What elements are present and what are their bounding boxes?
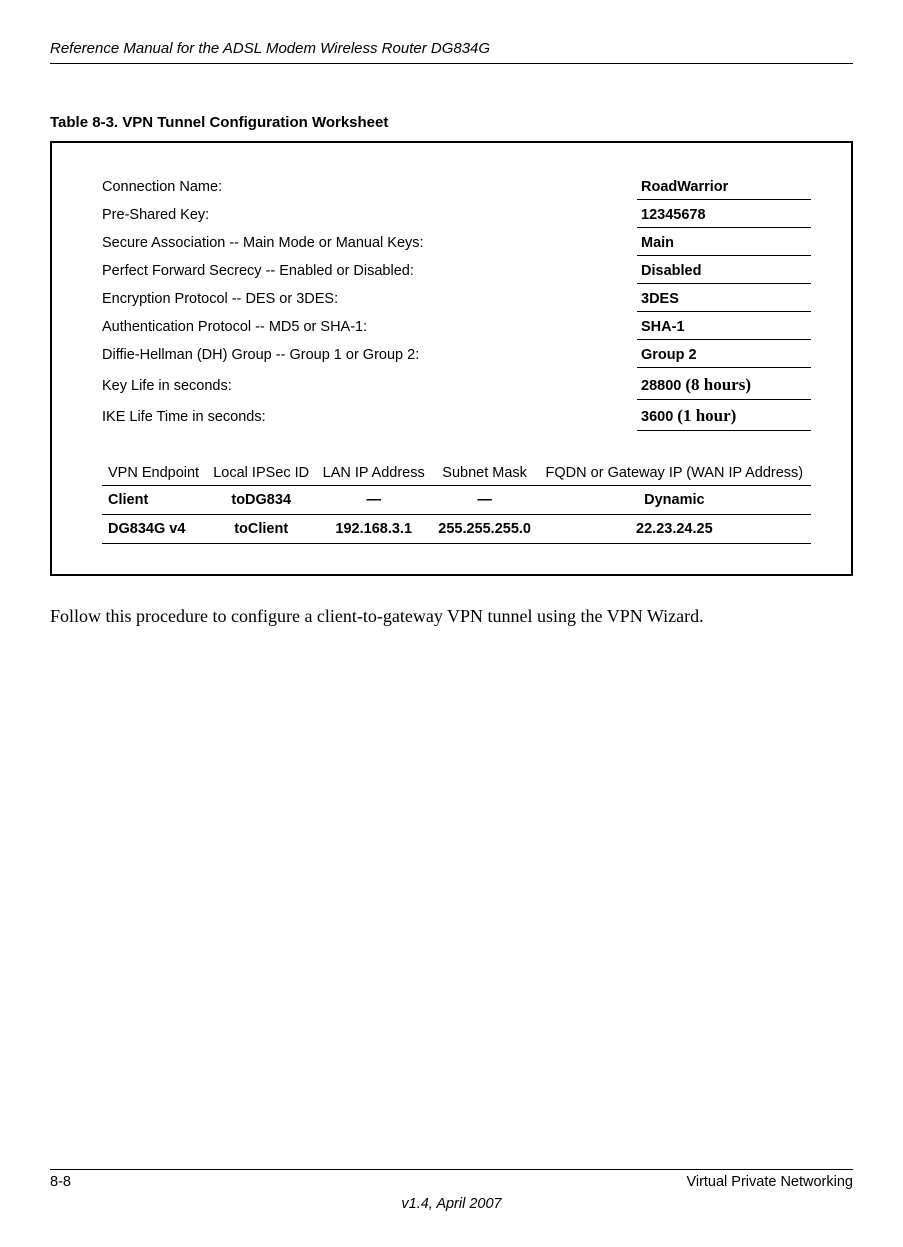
row-dh-group: Diffie-Hellman (DH) Group -- Group 1 or …	[102, 341, 811, 369]
cell-wanip: Dynamic	[538, 486, 811, 515]
cell-ipsec: toDG834	[207, 486, 316, 515]
table-row: DG834G v4 toClient 192.168.3.1 255.255.2…	[102, 515, 811, 544]
cell-lanip: —	[316, 486, 432, 515]
value: 3DES	[637, 285, 811, 312]
page-number: 8-8	[50, 1174, 71, 1190]
row-pfs: Perfect Forward Secrecy -- Enabled or Di…	[102, 257, 811, 285]
value-extra: (8 hours)	[685, 375, 751, 394]
doc-header: Reference Manual for the ADSL Modem Wire…	[50, 40, 853, 64]
col-subnet: Subnet Mask	[432, 461, 538, 486]
value: 3600 (1 hour)	[637, 400, 811, 431]
row-secure-association: Secure Association -- Main Mode or Manua…	[102, 229, 811, 257]
col-lan-ip: LAN IP Address	[316, 461, 432, 486]
value: SHA-1	[637, 313, 811, 340]
cell-wanip: 22.23.24.25	[538, 515, 811, 544]
col-vpn-endpoint: VPN Endpoint	[102, 461, 207, 486]
cell-ipsec: toClient	[207, 515, 316, 544]
value: RoadWarrior	[637, 173, 811, 200]
table-caption: Table 8-3. VPN Tunnel Configuration Work…	[50, 114, 853, 131]
col-fqdn: FQDN or Gateway IP (WAN IP Address)	[538, 461, 811, 486]
value: 28800 (8 hours)	[637, 369, 811, 400]
endpoint-table: VPN Endpoint Local IPSec ID LAN IP Addre…	[102, 461, 811, 544]
value-num: 28800	[641, 378, 681, 394]
cell-subnet: —	[432, 486, 538, 515]
section-name: Virtual Private Networking	[686, 1174, 853, 1190]
endpoint-header-row: VPN Endpoint Local IPSec ID LAN IP Addre…	[102, 461, 811, 486]
value: Disabled	[637, 257, 811, 284]
label: Perfect Forward Secrecy -- Enabled or Di…	[102, 257, 637, 285]
value: 12345678	[637, 201, 811, 228]
label: Pre-Shared Key:	[102, 201, 637, 229]
version-info: v1.4, April 2007	[50, 1196, 853, 1212]
value: Main	[637, 229, 811, 256]
worksheet-box: Connection Name: RoadWarrior Pre-Shared …	[50, 141, 853, 576]
label: Diffie-Hellman (DH) Group -- Group 1 or …	[102, 341, 637, 369]
col-local-ipsec: Local IPSec ID	[207, 461, 316, 486]
row-connection-name: Connection Name: RoadWarrior	[102, 173, 811, 201]
page-footer: 8-8 Virtual Private Networking v1.4, Apr…	[50, 1169, 853, 1212]
cell-endpoint: DG834G v4	[102, 515, 207, 544]
cell-lanip: 192.168.3.1	[316, 515, 432, 544]
row-ike-life: IKE Life Time in seconds: 3600 (1 hour)	[102, 400, 811, 431]
row-preshared-key: Pre-Shared Key: 12345678	[102, 201, 811, 229]
label: Key Life in seconds:	[102, 372, 637, 400]
row-encryption: Encryption Protocol -- DES or 3DES: 3DES	[102, 285, 811, 313]
table-row: Client toDG834 — — Dynamic	[102, 486, 811, 515]
label: Authentication Protocol -- MD5 or SHA-1:	[102, 313, 637, 341]
cell-subnet: 255.255.255.0	[432, 515, 538, 544]
label: Secure Association -- Main Mode or Manua…	[102, 229, 637, 257]
label: Encryption Protocol -- DES or 3DES:	[102, 285, 637, 313]
cell-endpoint: Client	[102, 486, 207, 515]
value-num: 3600	[641, 409, 673, 425]
label: Connection Name:	[102, 173, 637, 201]
body-paragraph: Follow this procedure to configure a cli…	[50, 606, 853, 627]
label: IKE Life Time in seconds:	[102, 403, 637, 431]
value: Group 2	[637, 341, 811, 368]
value-extra: (1 hour)	[677, 406, 736, 425]
row-authentication: Authentication Protocol -- MD5 or SHA-1:…	[102, 313, 811, 341]
row-key-life: Key Life in seconds: 28800 (8 hours)	[102, 369, 811, 400]
